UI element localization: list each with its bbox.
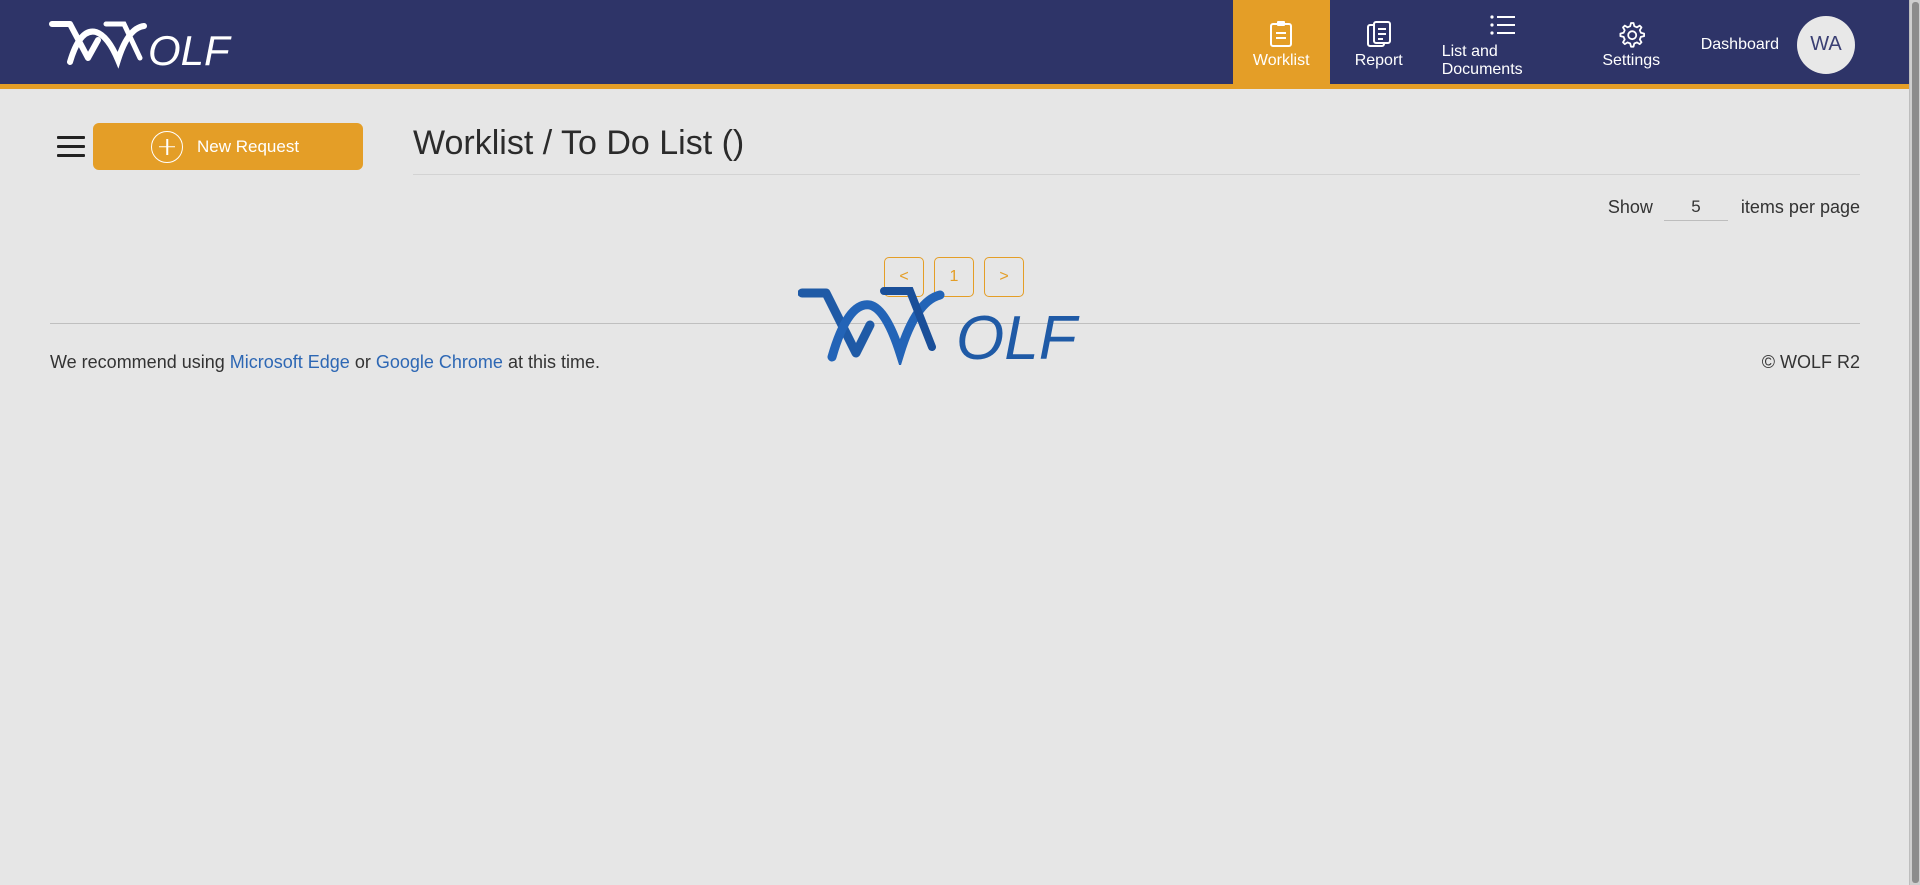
show-label: Show [1607, 196, 1653, 217]
svg-text:OLF: OLF [148, 27, 232, 70]
top-header: OLF Worklist Report List and Documents S… [0, 0, 1909, 89]
nav-report[interactable]: Report [1330, 0, 1428, 89]
main-nav: Worklist Report List and Documents Setti… [1232, 0, 1909, 89]
new-request-label: New Request [197, 136, 300, 156]
plus-circle-icon [151, 130, 183, 163]
nav-dashboard[interactable]: Dashboard [1685, 0, 1795, 89]
avatar[interactable]: WA [1797, 15, 1855, 74]
google-chrome-link[interactable]: Google Chrome [376, 352, 503, 372]
nav-worklist-label: Worklist [1252, 51, 1310, 69]
recommend-suffix: at this time. [507, 352, 600, 372]
title-divider [413, 174, 1860, 175]
scrollbar-thumb[interactable] [1912, 2, 1919, 883]
svg-text:OLF: OLF [956, 304, 1080, 365]
page-scrollbar[interactable] [1909, 0, 1920, 885]
items-per-page-label: items per page [1740, 196, 1860, 217]
items-per-page-input[interactable] [1663, 193, 1728, 221]
browser-recommendation: We recommend using Microsoft Edge or Goo… [50, 352, 600, 373]
nav-dashboard-label: Dashboard [1700, 35, 1779, 53]
nav-worklist[interactable]: Worklist [1232, 0, 1330, 89]
nav-list-and-documents-label: List and Documents [1441, 42, 1523, 78]
app-page: OLF Worklist Report List and Documents S… [0, 0, 1920, 885]
nav-report-label: Report [1354, 51, 1403, 69]
copyright: © WOLF R2 [1761, 352, 1860, 372]
nav-settings[interactable]: Settings [1578, 0, 1685, 89]
items-per-page: Show items per page [1608, 193, 1860, 221]
nav-list-and-documents[interactable]: List and Documents [1428, 0, 1578, 89]
microsoft-edge-link[interactable]: Microsoft Edge [230, 352, 350, 372]
user-menu[interactable]: WA [1795, 0, 1909, 89]
nav-settings-label: Settings [1602, 51, 1661, 69]
new-request-button[interactable]: New Request [93, 123, 363, 170]
list-icon [1489, 11, 1517, 39]
or-text: or [354, 352, 371, 372]
menu-toggle-icon[interactable] [57, 136, 85, 158]
report-icon [1365, 20, 1393, 48]
gear-icon [1617, 20, 1646, 48]
loading-logo: OLF [798, 287, 1080, 365]
wolf-logo[interactable]: OLF [48, 18, 254, 70]
recommend-prefix: We recommend using [50, 352, 225, 372]
page-title: Worklist / To Do List () [413, 124, 745, 162]
clipboard-icon [1267, 20, 1295, 48]
